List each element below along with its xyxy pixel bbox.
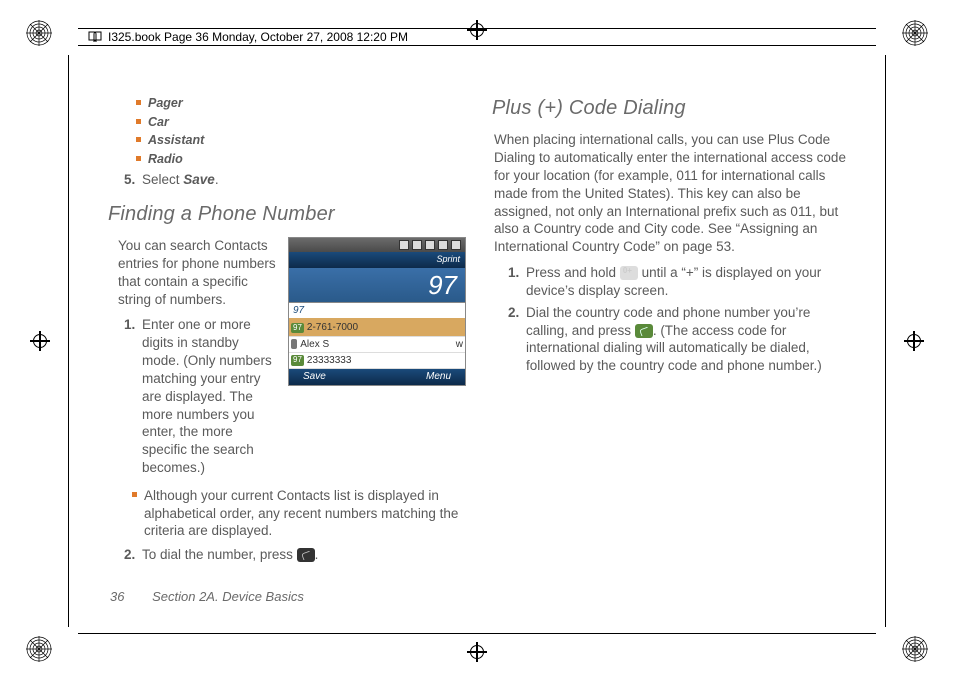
softkey-right: Menu (426, 370, 451, 383)
heading-finding-number: Finding a Phone Number (108, 201, 466, 227)
step-number: 2. (124, 546, 142, 564)
crop-rule (68, 55, 69, 627)
right-column: Plus (+) Code Dialing When placing inter… (494, 95, 850, 600)
phone-result-row: 97 2-761-7000 (289, 320, 465, 336)
left-step1-text: Enter one or more digits in standby mode… (142, 316, 278, 476)
phone-carrier-bar: Sprint (289, 252, 465, 268)
crop-cross-icon (30, 331, 50, 351)
plus-code-paragraph: When placing international calls, you ca… (494, 131, 850, 256)
talk-key-icon (297, 548, 315, 562)
step-number: 1. (124, 316, 142, 476)
step-5: 5. Select Save. (124, 171, 466, 189)
row-tag: 97 (291, 323, 304, 334)
crop-cross-icon (904, 331, 924, 351)
phone-screenshot: Sprint 97 97 97 2-761-7000 Alex S w (288, 237, 466, 481)
crop-radial-icon (26, 20, 52, 46)
phone-status-bar (289, 238, 465, 252)
left-step2-post: . (315, 547, 319, 562)
talk-key-icon (635, 324, 653, 338)
phone-filter-label: 97 (289, 302, 465, 320)
status-icon (451, 240, 461, 250)
bullet-pager: Pager (148, 95, 466, 112)
zero-plus-key-icon (620, 266, 638, 280)
category-bullet-list: Pager Car Assistant Radio (110, 95, 466, 167)
phone-result-row: Alex S w (289, 337, 465, 353)
finding-intro: You can search Contacts entries for phon… (118, 237, 278, 308)
book-icon (88, 30, 102, 44)
left-step-2: 2. To dial the number, press . (124, 546, 466, 564)
right-step-2: 2. Dial the country code and phone numbe… (508, 304, 850, 375)
bullet-assistant: Assistant (148, 132, 466, 149)
row-tag: 97 (291, 355, 304, 366)
page-footer: 36 Section 2A. Device Basics (110, 589, 304, 604)
step-number: 1. (508, 264, 526, 300)
left-column: Pager Car Assistant Radio 5. Select Save… (110, 95, 466, 600)
status-icon (425, 240, 435, 250)
step-number: 2. (508, 304, 526, 375)
page-number: 36 (110, 589, 124, 604)
step5-post: . (215, 172, 219, 187)
running-header-text: I325.book Page 36 Monday, October 27, 20… (108, 30, 408, 44)
bullet-radio: Radio (148, 151, 466, 168)
crop-radial-icon (902, 636, 928, 662)
step5-bold: Save (183, 172, 215, 187)
row-icon (291, 339, 297, 350)
sub-bullet-list: Although your current Contacts list is d… (144, 487, 466, 540)
status-icon (399, 240, 409, 250)
sub-bullet: Although your current Contacts list is d… (144, 487, 466, 540)
row-suffix: w (456, 338, 463, 351)
carrier-label: Sprint (436, 254, 460, 266)
left-step-1-partial: 1. Enter one or more digits in standby m… (124, 316, 278, 476)
crop-radial-icon (902, 20, 928, 46)
phone-softkey-bar: Save Menu (289, 369, 465, 385)
row-number: 23333333 (307, 354, 352, 367)
crop-rule (885, 55, 886, 627)
running-header: I325.book Page 36 Monday, October 27, 20… (78, 28, 876, 46)
right-step1-pre: Press and hold (526, 265, 620, 280)
left-step2-pre: To dial the number, press (142, 547, 297, 562)
phone-dial-display: 97 (289, 268, 465, 302)
bullet-car: Car (148, 114, 466, 131)
row-number: 2-761-7000 (307, 321, 358, 334)
step5-pre: Select (142, 172, 183, 187)
right-step-1: 1. Press and hold until a “+” is display… (508, 264, 850, 300)
crop-cross-icon (467, 642, 487, 662)
step-number: 5. (124, 171, 142, 189)
section-label: Section 2A. Device Basics (152, 589, 304, 604)
heading-plus-code: Plus (+) Code Dialing (492, 95, 850, 121)
status-icon (438, 240, 448, 250)
phone-result-row: 97 23333333 (289, 353, 465, 369)
crop-radial-icon (26, 636, 52, 662)
status-icon (412, 240, 422, 250)
footer-rule (78, 633, 876, 634)
softkey-left: Save (303, 370, 326, 383)
row-name: Alex S (300, 338, 456, 351)
